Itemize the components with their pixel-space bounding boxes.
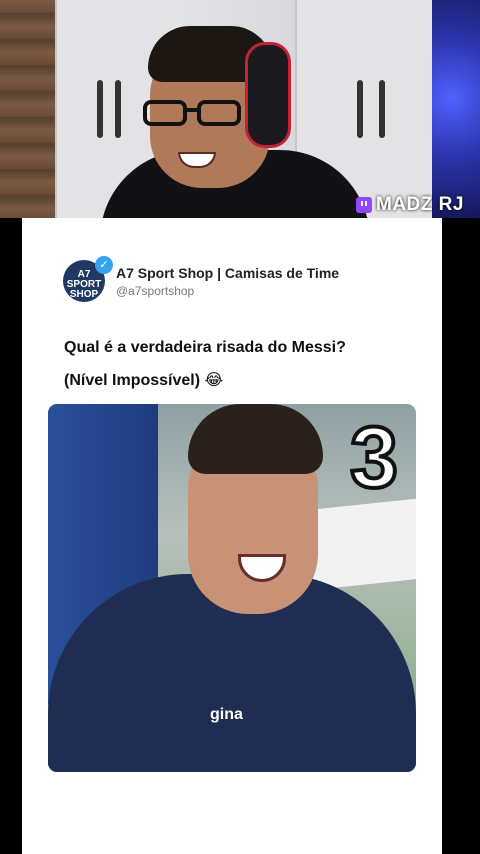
post-subtitle: (Nível Impossível) 😂 xyxy=(64,372,224,389)
video-number: 3 xyxy=(348,408,400,508)
verified-check-icon: ✓ xyxy=(95,256,113,274)
avatar-text: A7 SPORT SHOP xyxy=(66,269,102,300)
webcam-feed: MADZ RJ xyxy=(0,0,480,218)
wood-wall xyxy=(0,0,55,218)
banner-background xyxy=(304,497,416,591)
glasses-icon xyxy=(143,100,241,126)
channel-badge: MADZ RJ xyxy=(356,194,464,216)
account-handle[interactable]: @a7sportshop xyxy=(116,284,194,298)
twitch-icon xyxy=(356,197,372,213)
post-video[interactable]: 3 gina xyxy=(48,404,416,772)
player-hair xyxy=(188,404,323,474)
account-name[interactable]: A7 Sport Shop | Camisas de Time xyxy=(116,265,339,281)
cabinet-handle xyxy=(115,80,121,138)
headset-icon xyxy=(245,42,291,148)
post-question: Qual é a verdadeira risada do Messi? xyxy=(64,339,346,356)
sponsor-text: gina xyxy=(210,706,243,723)
channel-name: MADZ RJ xyxy=(376,194,464,215)
blue-light xyxy=(432,0,480,218)
cabinet-handle xyxy=(97,80,103,138)
cabinet-handle xyxy=(357,80,363,138)
cabinet-handle xyxy=(379,80,385,138)
